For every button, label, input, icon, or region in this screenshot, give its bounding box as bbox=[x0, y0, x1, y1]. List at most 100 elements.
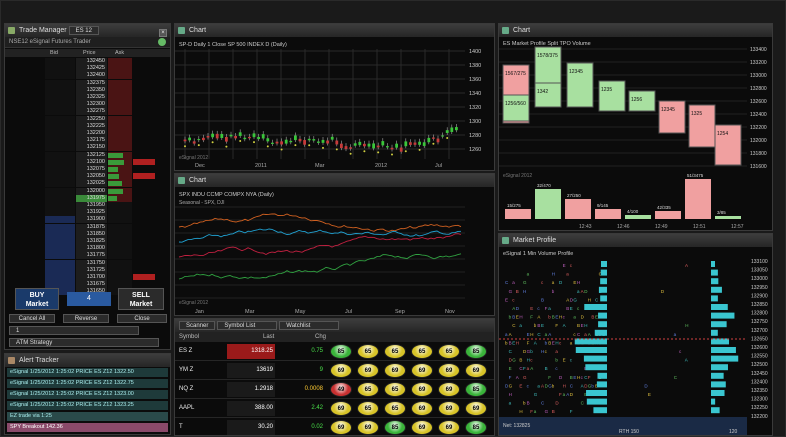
bid-cell[interactable] bbox=[45, 122, 75, 130]
ladder-row[interactable]: 131975 bbox=[5, 194, 170, 202]
ladder-row[interactable]: 131725 bbox=[5, 266, 170, 274]
ask-cell[interactable] bbox=[108, 202, 132, 209]
ask-cell[interactable] bbox=[108, 252, 132, 260]
ladder-row[interactable]: 132400 bbox=[5, 72, 170, 80]
signal-gauge[interactable]: 65 bbox=[438, 344, 460, 359]
bid-cell[interactable] bbox=[45, 274, 75, 281]
signal-gauge[interactable]: 69 bbox=[438, 401, 460, 416]
candlestick-chart[interactable]: SP-D Daily 1 Close SP 500 INDEX D (Daily… bbox=[175, 37, 495, 171]
ask-cell[interactable] bbox=[108, 122, 132, 130]
ask-cell[interactable] bbox=[108, 72, 132, 80]
scanner-tab[interactable]: Scanner bbox=[179, 321, 216, 330]
bid-cell[interactable] bbox=[45, 115, 75, 123]
signal-gauge[interactable]: 69 bbox=[411, 401, 433, 416]
signal-gauge[interactable]: 69 bbox=[411, 363, 433, 378]
signal-gauge[interactable]: 69 bbox=[357, 363, 379, 378]
buy-market-button[interactable]: BUY Market bbox=[15, 288, 59, 310]
ladder-row[interactable]: 132275 bbox=[5, 108, 170, 116]
signal-gauge[interactable]: 69 bbox=[465, 363, 487, 378]
bid-cell[interactable] bbox=[45, 130, 75, 137]
bid-cell[interactable] bbox=[45, 101, 75, 109]
bid-cell[interactable] bbox=[45, 151, 75, 159]
line-chart[interactable]: SPX INDU CCMP COMPX NYA (Daily) Seasonal … bbox=[175, 187, 495, 316]
ask-cell[interactable] bbox=[108, 209, 132, 217]
ask-cell[interactable] bbox=[108, 245, 132, 253]
scanner-row[interactable]: YM Z 13619 9 69 69 69 69 69 69 bbox=[175, 361, 494, 380]
signal-gauge[interactable]: 85 bbox=[465, 344, 487, 359]
ask-cell[interactable] bbox=[108, 115, 132, 123]
bid-cell[interactable] bbox=[45, 65, 75, 73]
ask-cell[interactable] bbox=[108, 230, 132, 238]
ladder-row[interactable]: 132425 bbox=[5, 65, 170, 73]
ask-cell[interactable] bbox=[108, 79, 132, 87]
signal-gauge[interactable]: 85 bbox=[465, 382, 487, 397]
working-order-marker[interactable] bbox=[133, 173, 155, 180]
signal-gauge[interactable]: 69 bbox=[330, 401, 352, 416]
ask-cell[interactable] bbox=[108, 144, 132, 152]
symbol-col-header[interactable]: Symbol bbox=[179, 332, 199, 342]
bid-cell[interactable] bbox=[45, 238, 75, 245]
signal-gauge[interactable]: 85 bbox=[384, 420, 406, 435]
trade-manager-titlebar[interactable]: Trade Manager ES 12 × bbox=[5, 24, 170, 37]
reverse-button[interactable]: Reverse bbox=[63, 314, 109, 323]
ladder-row[interactable]: 132100 bbox=[5, 158, 170, 166]
ask-cell[interactable] bbox=[108, 130, 132, 137]
quantity-field[interactable]: 4 bbox=[67, 292, 111, 306]
signal-gauge[interactable]: 69 bbox=[330, 420, 352, 435]
bid-cell[interactable] bbox=[45, 266, 75, 274]
ladder-row[interactable]: 131850 bbox=[5, 230, 170, 238]
ladder-row[interactable]: 132125 bbox=[5, 151, 170, 159]
bid-cell[interactable] bbox=[45, 259, 75, 267]
scanner-row[interactable]: T 30.20 0.02 69 69 85 69 69 85 bbox=[175, 418, 494, 435]
ask-cell[interactable] bbox=[108, 101, 132, 109]
alert-line[interactable]: eSignal 1/25/2012 1:25:02 PRICE ES Z12 1… bbox=[7, 401, 168, 410]
bid-cell[interactable] bbox=[45, 245, 75, 253]
ladder-row[interactable]: 132325 bbox=[5, 94, 170, 101]
scanner-row[interactable]: AAPL 388.00 2.42 69 65 65 69 69 69 bbox=[175, 399, 494, 418]
bid-cell[interactable] bbox=[45, 166, 75, 173]
bid-cell[interactable] bbox=[45, 209, 75, 217]
bid-cell[interactable] bbox=[45, 58, 75, 65]
bid-cell[interactable] bbox=[45, 79, 75, 87]
signal-gauge[interactable]: 65 bbox=[411, 344, 433, 359]
profile-titlebar[interactable]: Chart bbox=[499, 24, 772, 37]
ladder-row[interactable]: 132000 bbox=[5, 187, 170, 195]
ladder-row[interactable]: 132025 bbox=[5, 180, 170, 188]
ask-cell[interactable] bbox=[108, 266, 132, 274]
ask-cell[interactable] bbox=[108, 137, 132, 145]
ask-cell[interactable] bbox=[108, 274, 132, 281]
signal-gauge[interactable]: 69 bbox=[357, 420, 379, 435]
signal-gauge[interactable]: 65 bbox=[357, 401, 379, 416]
scanner-row[interactable]: NQ Z 1.2918 0.0008 49 65 65 69 69 85 bbox=[175, 380, 494, 399]
ladder-row[interactable]: 132250 bbox=[5, 115, 170, 123]
ask-cell[interactable] bbox=[108, 180, 132, 188]
ask-cell[interactable] bbox=[108, 216, 132, 224]
alert-line[interactable]: eSignal 1/25/2012 1:25:02 PRICE ES Z12 1… bbox=[7, 390, 168, 399]
ask-cell[interactable] bbox=[108, 86, 132, 94]
cancel-all-button[interactable]: Cancel All bbox=[9, 314, 55, 323]
order-flow-chart[interactable]: ES Market Profile Split TPO Volume 133400… bbox=[499, 37, 773, 231]
ladder-row[interactable]: 131900 bbox=[5, 216, 170, 224]
scanner-row[interactable]: ES Z 1318.25 0.75 85 65 65 65 65 85 bbox=[175, 342, 494, 361]
bid-cell[interactable] bbox=[45, 137, 75, 145]
alert-line[interactable]: eSignal 1/25/2012 1:25:02 PRICE ES Z12 1… bbox=[7, 368, 168, 377]
bid-cell[interactable] bbox=[45, 216, 75, 224]
ladder-row[interactable]: 132375 bbox=[5, 79, 170, 87]
bid-cell[interactable] bbox=[45, 72, 75, 80]
close-position-button[interactable]: Close bbox=[117, 314, 167, 323]
account-dropdown[interactable]: 1 bbox=[9, 326, 139, 335]
bid-cell[interactable] bbox=[45, 223, 75, 231]
signal-gauge[interactable]: 69 bbox=[330, 363, 352, 378]
ladder-row[interactable]: 132350 bbox=[5, 86, 170, 94]
ask-cell[interactable] bbox=[108, 108, 132, 116]
bid-cell[interactable] bbox=[45, 230, 75, 238]
alert-line[interactable]: EZ trade via 1:25 bbox=[7, 412, 168, 421]
ask-cell[interactable] bbox=[108, 65, 132, 73]
bid-cell[interactable] bbox=[45, 180, 75, 188]
signal-gauge[interactable]: 69 bbox=[465, 401, 487, 416]
ladder-row[interactable]: 132150 bbox=[5, 144, 170, 152]
ladder-row[interactable]: 132075 bbox=[5, 166, 170, 173]
scanner-titlebar[interactable]: Scanner Symbol List Watchlist bbox=[175, 319, 494, 332]
working-order-marker[interactable] bbox=[133, 274, 155, 280]
ask-cell[interactable] bbox=[108, 259, 132, 267]
